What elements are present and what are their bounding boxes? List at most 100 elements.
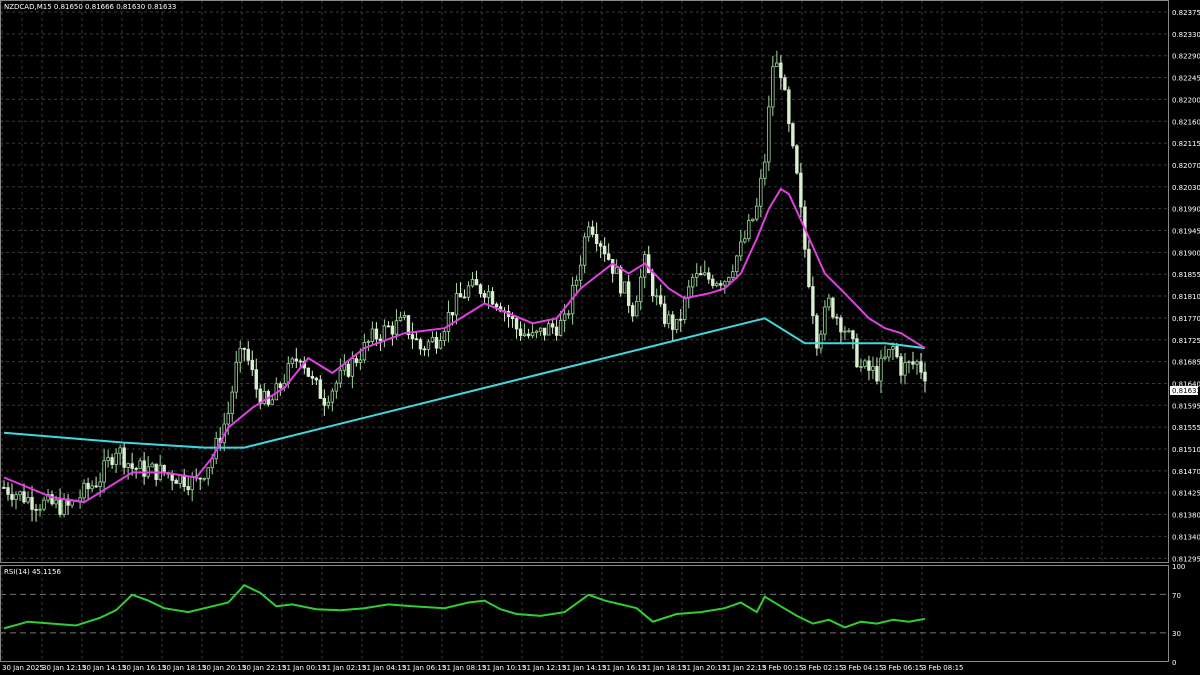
candle-body	[186, 486, 190, 491]
candle-body	[827, 297, 831, 308]
candle-body	[618, 267, 623, 294]
candle-body	[651, 272, 655, 297]
candle-body	[390, 325, 395, 335]
price-tick-label: 0.81810	[1172, 293, 1200, 301]
candle-body	[538, 327, 543, 332]
candle-body	[767, 106, 771, 163]
candle-body	[118, 447, 122, 454]
candle-body	[54, 499, 58, 505]
candle-body	[450, 312, 455, 316]
time-tick-label: 31 Jan 16:15	[602, 664, 646, 672]
candle-body	[110, 457, 114, 465]
candle-body	[574, 279, 579, 286]
time-tick-label: 3 Feb 06:15	[882, 664, 923, 672]
candle-body	[134, 467, 138, 470]
candle-body	[671, 314, 675, 330]
candle-body	[462, 296, 467, 299]
candle-body	[206, 467, 210, 479]
candle-body	[178, 474, 182, 484]
candle-body	[707, 272, 711, 280]
candle-body	[470, 279, 475, 287]
candle-body	[779, 62, 783, 79]
price-tick-label: 0.82115	[1172, 140, 1200, 148]
current-price-label: 0.81633	[1172, 387, 1200, 395]
chart-background	[0, 0, 1200, 675]
candle-body	[831, 297, 835, 318]
candle-body	[326, 401, 331, 406]
candle-body	[10, 493, 14, 500]
candle-body	[294, 358, 299, 362]
candle-body	[711, 278, 715, 286]
candle-body	[354, 358, 359, 363]
candle-body	[30, 496, 34, 510]
candle-body	[763, 161, 767, 179]
candle-body	[526, 333, 531, 337]
price-tick-label: 0.82070	[1172, 162, 1200, 170]
price-tick-label: 0.81770	[1172, 315, 1200, 323]
candle-body	[695, 273, 699, 278]
symbol-info: NZDCAD,M15 0.81650 0.81666 0.81630 0.816…	[4, 3, 176, 11]
candle-body	[254, 369, 258, 390]
candle-body	[622, 281, 627, 294]
candle-body	[442, 331, 447, 342]
candle-body	[771, 66, 775, 108]
candle-body	[202, 477, 206, 480]
candle-body	[691, 276, 695, 288]
candle-body	[606, 253, 611, 260]
rsi-tick-label: 30	[1172, 630, 1181, 638]
candle-body	[310, 375, 315, 379]
candle-body	[102, 460, 106, 483]
candle-body	[426, 341, 431, 350]
candle-body	[895, 346, 899, 358]
candle-body	[562, 313, 567, 321]
price-tick-label: 0.81595	[1172, 402, 1200, 410]
time-tick-label: 30 Jan 2025	[2, 664, 44, 672]
time-tick-label: 30 Jan 18:15	[162, 664, 206, 672]
candle-body	[138, 460, 142, 470]
candle-body	[554, 326, 559, 336]
price-tick-label: 0.81900	[1172, 249, 1200, 257]
candle-body	[6, 487, 10, 495]
price-tick-label: 0.81340	[1172, 533, 1200, 541]
candle-body	[891, 346, 895, 350]
candle-body	[242, 347, 246, 350]
candle-body	[126, 463, 130, 468]
candle-body	[715, 283, 719, 286]
candle-body	[602, 245, 607, 255]
candle-body	[626, 281, 631, 306]
candle-body	[586, 226, 591, 238]
candle-body	[679, 318, 683, 321]
candle-body	[106, 457, 110, 462]
candle-body	[899, 356, 903, 376]
candle-body	[174, 479, 178, 484]
candle-body	[683, 297, 687, 320]
candle-body	[807, 248, 811, 287]
candle-body	[843, 330, 847, 333]
candle-body	[86, 482, 90, 490]
candle-body	[290, 358, 295, 365]
candle-body	[26, 496, 30, 503]
candle-body	[659, 295, 663, 305]
candle-body	[162, 464, 166, 473]
candle-body	[630, 305, 635, 317]
candle-body	[534, 330, 539, 334]
candle-body	[703, 272, 707, 276]
candle-body	[270, 399, 274, 405]
candle-body	[614, 267, 619, 274]
candle-body	[667, 314, 671, 324]
price-tick-label: 0.81945	[1172, 228, 1200, 236]
candle-body	[474, 279, 479, 286]
candle-body	[38, 508, 42, 511]
candle-body	[863, 360, 867, 367]
price-tick-label: 0.81855	[1172, 271, 1200, 279]
candle-body	[398, 316, 403, 322]
candle-body	[42, 499, 46, 510]
candle-body	[514, 318, 519, 330]
candle-body	[130, 463, 134, 469]
candle-body	[430, 337, 435, 343]
candle-body	[434, 337, 439, 349]
time-tick-label: 31 Jan 20:15	[682, 664, 726, 672]
candle-body	[114, 452, 118, 465]
candle-body	[923, 371, 927, 382]
candle-body	[819, 333, 823, 349]
